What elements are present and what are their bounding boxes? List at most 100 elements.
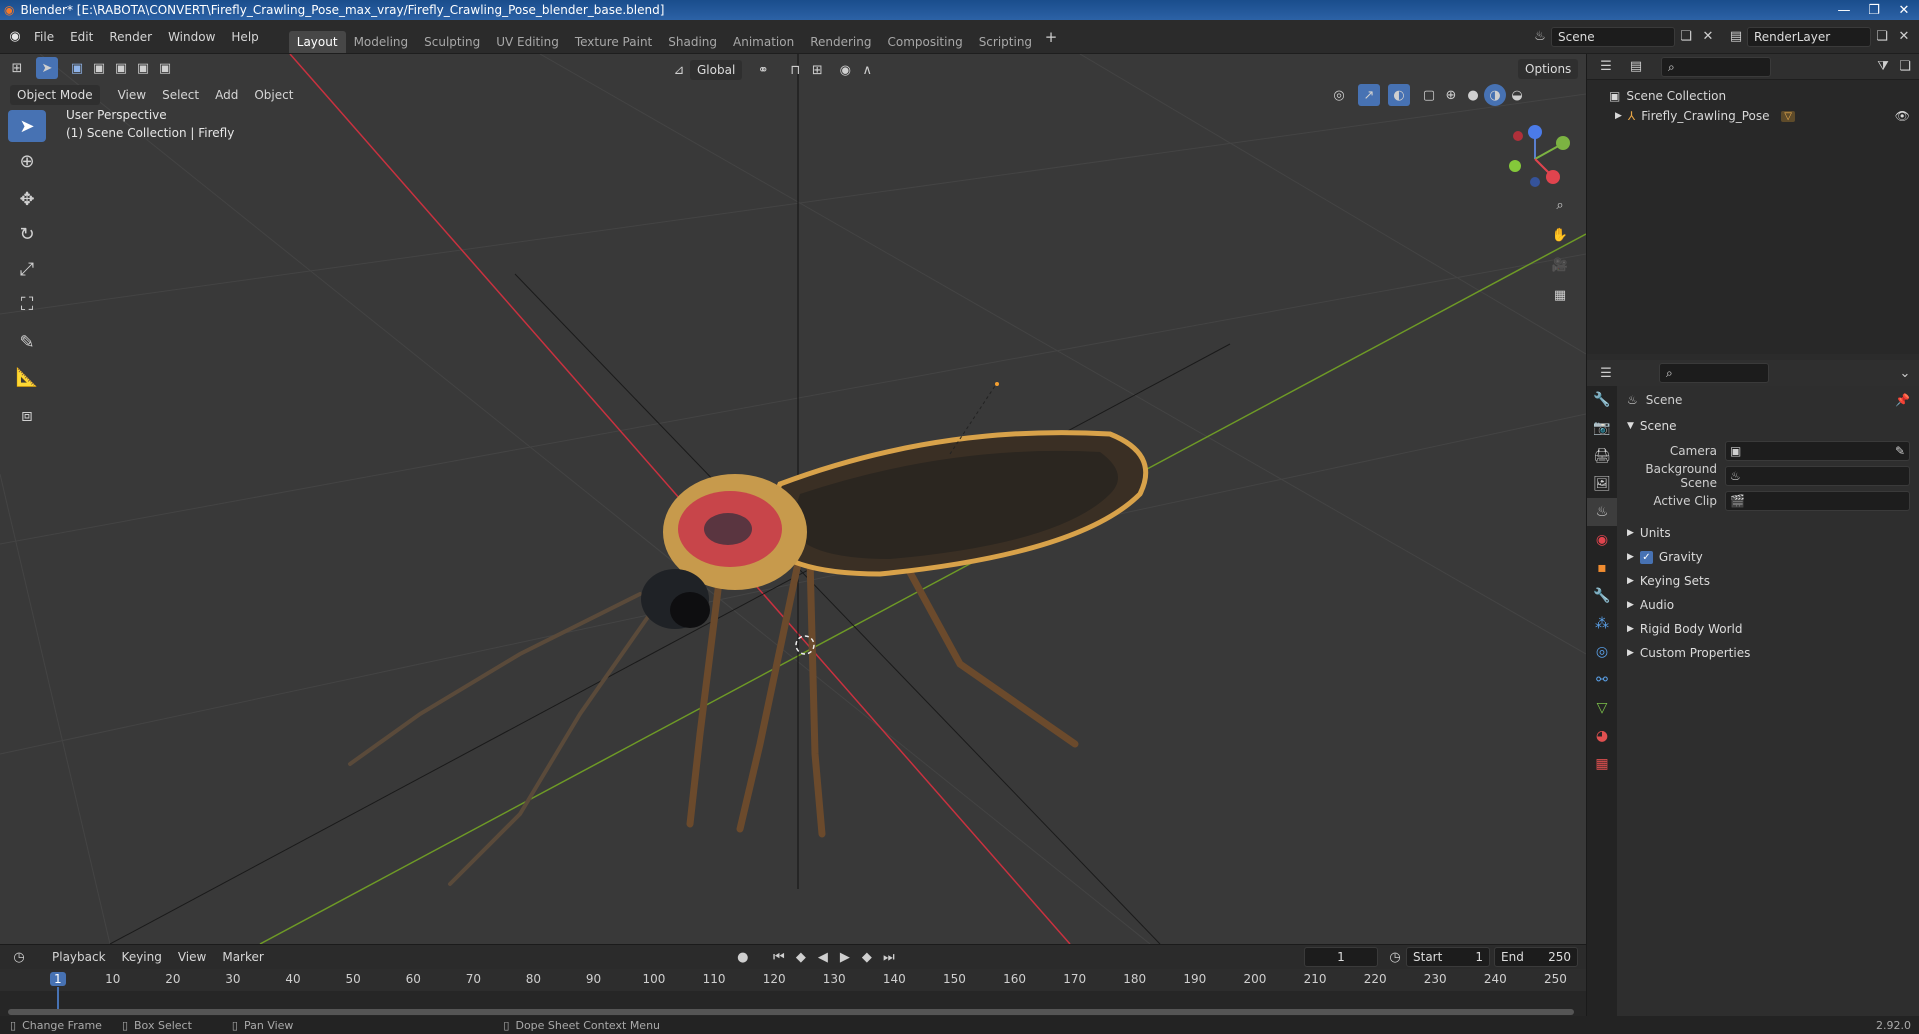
units-panel-header[interactable]: ▶ Units xyxy=(1617,521,1919,545)
tab-scripting[interactable]: Scripting xyxy=(971,31,1040,53)
eyedropper-icon[interactable]: ✎ xyxy=(1895,444,1905,458)
menu-help[interactable]: Help xyxy=(223,26,266,48)
expand-arrow-icon[interactable]: ▶ xyxy=(1615,111,1622,121)
cursor-tool-icon[interactable]: ⊕ xyxy=(8,145,46,177)
viewport-menu-add[interactable]: Add xyxy=(207,84,246,106)
display-mode-icon[interactable]: ▤ xyxy=(1625,56,1647,78)
light-origin-icon[interactable] xyxy=(995,382,999,386)
tab-layout[interactable]: Layout xyxy=(288,31,346,53)
scene-icon[interactable]: ♨ xyxy=(1529,26,1551,48)
transform-orientation-dropdown[interactable]: Global xyxy=(690,60,743,80)
select-box-tool-icon[interactable]: ➤ xyxy=(8,110,46,142)
gizmo-neg-y-icon[interactable] xyxy=(1509,160,1521,172)
jump-keyframe-back-icon[interactable]: ◆ xyxy=(790,946,812,968)
pin-icon[interactable]: 📌 xyxy=(1895,393,1910,407)
select-box-mode-icon[interactable]: ▣ xyxy=(66,57,88,79)
select-intersect-mode-icon[interactable]: ▣ xyxy=(154,57,176,79)
transform-tool-icon[interactable]: ⛶ xyxy=(8,288,46,320)
gizmo-neg-z-icon[interactable] xyxy=(1530,177,1540,187)
tab-rendering[interactable]: Rendering xyxy=(802,31,879,53)
jump-end-icon[interactable]: ⏭ xyxy=(878,946,900,968)
current-frame-field[interactable]: 1 xyxy=(1304,947,1378,967)
outliner-search-input[interactable]: ⌕ xyxy=(1661,56,1771,77)
tab-modeling[interactable]: Modeling xyxy=(346,31,417,53)
delete-scene-icon[interactable]: ✕ xyxy=(1697,26,1719,48)
properties-editor[interactable]: ☰ ⌕ ⌄ 🔧 📷 🖨 🖼 ♨ ◉ ▪ 🔧 ⁂ ◎ ⚯ ▽ ◕ ▦ ♨ Scen… xyxy=(1587,360,1919,1034)
tab-uv-editing[interactable]: UV Editing xyxy=(488,31,567,53)
start-frame-field[interactable]: Start 1 xyxy=(1406,947,1490,967)
world-tab-icon[interactable]: ◉ xyxy=(1587,526,1617,554)
blender-menu-icon[interactable]: ◉ xyxy=(4,26,26,48)
timeline-menu-keying[interactable]: Keying xyxy=(114,946,170,968)
scene-panel-header[interactable]: ▼ Scene xyxy=(1617,414,1919,438)
viewport-menu-view[interactable]: View xyxy=(110,84,154,106)
properties-editor-type-icon[interactable]: ☰ xyxy=(1595,362,1617,384)
material-shading-icon[interactable]: ◑ xyxy=(1484,84,1506,106)
add-workspace-icon[interactable]: + xyxy=(1040,26,1062,48)
texture-tab-icon[interactable]: ▦ xyxy=(1587,750,1617,778)
new-view-layer-icon[interactable]: ❏ xyxy=(1871,26,1893,48)
viewport-menu-select[interactable]: Select xyxy=(154,84,207,106)
camera-field[interactable]: ▣ ✎ xyxy=(1725,440,1910,461)
gravity-panel-header[interactable]: ▶ ✓ Gravity xyxy=(1617,545,1919,569)
custom-properties-panel-header[interactable]: ▶ Custom Properties xyxy=(1617,641,1919,665)
timeline-menu-playback[interactable]: Playback xyxy=(44,946,114,968)
scene-tab-icon[interactable]: ♨ xyxy=(1587,498,1617,526)
play-icon[interactable]: ▶ xyxy=(834,946,856,968)
wireframe-shading-icon[interactable]: ⊕ xyxy=(1440,84,1462,106)
view-layer-selector[interactable]: RenderLayer xyxy=(1747,26,1871,47)
annotate-tool-icon[interactable]: ✎ xyxy=(8,326,46,358)
play-reverse-icon[interactable]: ◀ xyxy=(812,946,834,968)
tab-sculpting[interactable]: Sculpting xyxy=(416,31,488,53)
maximize-button[interactable]: ❐ xyxy=(1859,3,1889,18)
timeline-menu-view[interactable]: View xyxy=(170,946,214,968)
camera-view-icon[interactable]: 🎥 xyxy=(1549,254,1571,276)
select-extend-mode-icon[interactable]: ▣ xyxy=(88,57,110,79)
preview-range-icon[interactable]: ◷ xyxy=(1384,946,1406,968)
viewport-menu-object[interactable]: Object xyxy=(246,84,301,106)
pan-hand-icon[interactable]: ✋ xyxy=(1549,224,1571,246)
eye-visibility-icon[interactable]: 👁 xyxy=(1895,109,1910,123)
firefly-model[interactable] xyxy=(348,430,1149,886)
new-scene-icon[interactable]: ❏ xyxy=(1675,26,1697,48)
outliner-row-scene-collection[interactable]: ▣ Scene Collection xyxy=(1587,86,1919,106)
scale-tool-icon[interactable]: ⤢ xyxy=(8,253,46,285)
object-tab-icon[interactable]: ▪ xyxy=(1587,554,1617,582)
keying-sets-panel-header[interactable]: ▶ Keying Sets xyxy=(1617,569,1919,593)
timeline-editor-type-icon[interactable]: ◷ xyxy=(8,946,30,968)
outliner-row-object[interactable]: ▶ ⅄ Firefly_Crawling_Pose ▽ 👁 xyxy=(1587,106,1919,126)
snap-icon[interactable]: ⊓ xyxy=(784,59,806,81)
rotate-tool-icon[interactable]: ↻ xyxy=(8,218,46,250)
menu-file[interactable]: File xyxy=(26,26,62,48)
object-data-icon[interactable]: ▽ xyxy=(1781,110,1795,122)
select-tool-icon[interactable]: ➤ xyxy=(36,57,58,79)
timeline-menu-marker[interactable]: Marker xyxy=(214,946,271,968)
delete-view-layer-icon[interactable]: ✕ xyxy=(1893,26,1915,48)
gizmo-neg-x-icon[interactable] xyxy=(1513,131,1523,141)
properties-search-input[interactable]: ⌕ xyxy=(1659,363,1769,383)
pivot-icon[interactable]: ⚭ xyxy=(752,59,774,81)
audio-panel-header[interactable]: ▶ Audio xyxy=(1617,593,1919,617)
jump-start-icon[interactable]: ⏮ xyxy=(768,946,790,968)
gizmo-x-icon[interactable] xyxy=(1546,170,1560,184)
tab-texture-paint[interactable]: Texture Paint xyxy=(567,31,660,53)
outliner-editor-type-icon[interactable]: ☰ xyxy=(1595,56,1617,78)
tool-tab-icon[interactable]: 🔧 xyxy=(1587,386,1617,414)
menu-window[interactable]: Window xyxy=(160,26,223,48)
close-button[interactable]: ✕ xyxy=(1889,3,1919,18)
visibility-icon[interactable]: ◎ xyxy=(1328,84,1350,106)
3d-viewport[interactable]: ⊞ ➤ ▣ ▣ ▣ ▣ ▣ ⊿ Global ⚭ ⊓ ⊞ ◉ ∧ Options… xyxy=(0,54,1586,944)
tab-compositing[interactable]: Compositing xyxy=(879,31,970,53)
modifier-tab-icon[interactable]: 🔧 xyxy=(1587,582,1617,610)
move-tool-icon[interactable]: ✥ xyxy=(8,183,46,215)
background-scene-field[interactable]: ♨ xyxy=(1725,465,1910,486)
output-tab-icon[interactable]: 🖨 xyxy=(1587,442,1617,470)
gravity-checkbox[interactable]: ✓ xyxy=(1639,550,1653,564)
zoom-icon[interactable]: ⌕ xyxy=(1549,194,1571,216)
measure-tool-icon[interactable]: 📐 xyxy=(8,361,46,393)
options-dropdown[interactable]: Options xyxy=(1518,59,1579,79)
solid-shading-icon[interactable]: ● xyxy=(1462,84,1484,106)
tab-shading[interactable]: Shading xyxy=(660,31,725,53)
timeline-ruler[interactable]: 1 10 20 30 40 50 60 70 80 90 100 110 120 130 140 150 160… xyxy=(0,969,1586,1013)
select-subtract-mode-icon[interactable]: ▣ xyxy=(110,57,132,79)
